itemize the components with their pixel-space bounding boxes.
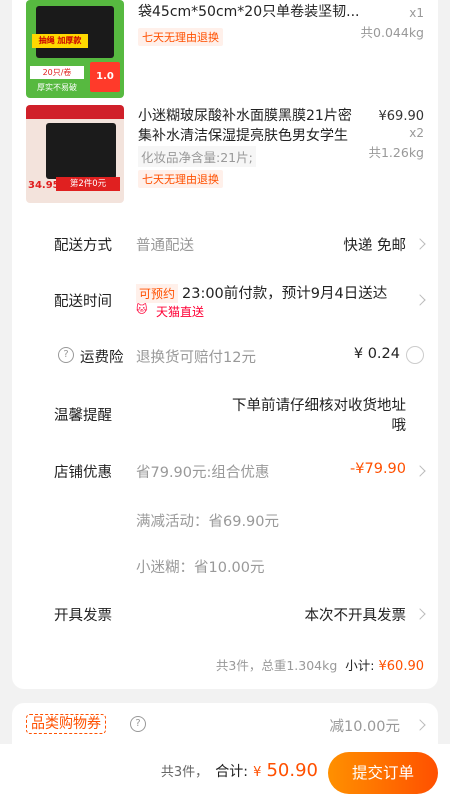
- tmall-cat-icon: 🐱: [136, 303, 148, 316]
- reservable-badge: 可预约: [136, 284, 179, 303]
- submit-order-button[interactable]: 提交订单: [328, 752, 438, 794]
- product-quantity: x2: [409, 126, 424, 140]
- return-policy-tag: 七天无理由退换: [138, 28, 223, 46]
- product-price: ¥69.90: [378, 109, 425, 124]
- product-weight: 共1.26kg: [368, 145, 424, 160]
- thumb-price-tag: 1.0: [90, 62, 120, 92]
- freight-insurance-checkbox[interactable]: [406, 346, 424, 364]
- delivery-time-label: 配送时间: [54, 294, 112, 310]
- chevron-right-icon: [414, 465, 426, 477]
- invoice-value: 本次不开具发票: [304, 608, 407, 624]
- shop-discount-amount: -¥79.90: [350, 461, 406, 477]
- thumb-caption: 厚实不易破: [37, 83, 77, 92]
- product-title[interactable]: 袋45cm*50cm*20只单卷装坚韧...: [138, 2, 360, 22]
- invoice-label: 开具发票: [54, 608, 112, 624]
- question-icon[interactable]: ?: [58, 347, 74, 363]
- brand-discount-detail: 小迷糊：省10.00元: [136, 560, 265, 576]
- product-weight: 共0.044kg: [360, 25, 424, 40]
- reminder-label: 温馨提醒: [54, 408, 112, 424]
- thumb-badge: 抽绳 加厚款: [32, 34, 88, 48]
- thumb-price: 34.95: [28, 180, 60, 191]
- thumb-count: 20只/卷: [30, 66, 84, 79]
- question-icon[interactable]: ?: [130, 716, 146, 732]
- total-amount: 50.90: [266, 760, 318, 781]
- order-summary: 共3件，总重1.304kg 小计: ¥60.90: [216, 655, 424, 674]
- chevron-right-icon: [414, 294, 426, 306]
- tmall-direct-label: 天猫直送: [156, 305, 205, 319]
- currency-symbol: ¥: [253, 765, 262, 780]
- full-reduction-detail: 满减活动：省69.90元: [136, 514, 280, 530]
- coupon-value: 减10.00元: [329, 719, 400, 735]
- reminder-text: 下单前请仔细核对收货地址哦: [232, 398, 406, 434]
- order-card: 抽绳 加厚款 20只/卷 1.0 厚实不易破 袋45cm*50cm*20只单卷装…: [12, 0, 438, 689]
- return-policy-tag: 七天无理由退换: [138, 170, 223, 188]
- freight-insurance-label: 运费险: [80, 350, 124, 366]
- total-area: 共3件， 合计: ¥ 50.90: [161, 760, 318, 781]
- thumb-header-band: [26, 105, 124, 119]
- subtotal-label: 小计:: [345, 658, 375, 673]
- trash-bag-roll-image: [36, 6, 114, 58]
- subtotal-amount: ¥60.90: [378, 659, 425, 674]
- footer-count: 共3件，: [160, 765, 209, 780]
- product-thumbnail-trash-bags[interactable]: 抽绳 加厚款 20只/卷 1.0 厚实不易破: [26, 0, 124, 98]
- product-quantity: x1: [409, 6, 424, 20]
- summary-count-weight: 共3件，总重1.304kg: [215, 658, 338, 673]
- delivery-eta: 23:00前付款，预计9月4日送达: [182, 286, 388, 302]
- chevron-right-icon: [414, 608, 426, 620]
- total-label: 合计:: [215, 764, 248, 780]
- shop-discount-label: 店铺优惠: [54, 465, 112, 481]
- delivery-method-value: 普通配送: [136, 238, 194, 254]
- checkout-bar: 共3件， 合计: ¥ 50.90 提交订单: [0, 744, 450, 800]
- product-spec: 化妆品净含量:21片;: [138, 146, 256, 167]
- product-title[interactable]: 小迷糊玻尿酸补水面膜黑膜21片密集补水清洁保湿提亮肤色男女学生: [138, 106, 360, 146]
- delivery-method-label: 配送方式: [54, 238, 112, 254]
- chevron-right-icon: [414, 719, 426, 731]
- mask-box-image: [46, 123, 116, 179]
- freight-insurance-desc: 退换货可赔付12元: [136, 350, 256, 366]
- freight-insurance-price: ¥ 0.24: [353, 346, 400, 362]
- chevron-right-icon: [414, 238, 426, 250]
- thumb-promo: 第2件0元: [56, 177, 120, 191]
- delivery-fee: 快递 免邮: [343, 238, 406, 254]
- category-coupon-label: 品类购物券: [26, 714, 106, 734]
- product-thumbnail-face-mask[interactable]: 第2件0元 34.95: [26, 105, 124, 203]
- shop-discount-desc: 省79.90元:组合优惠: [136, 465, 270, 481]
